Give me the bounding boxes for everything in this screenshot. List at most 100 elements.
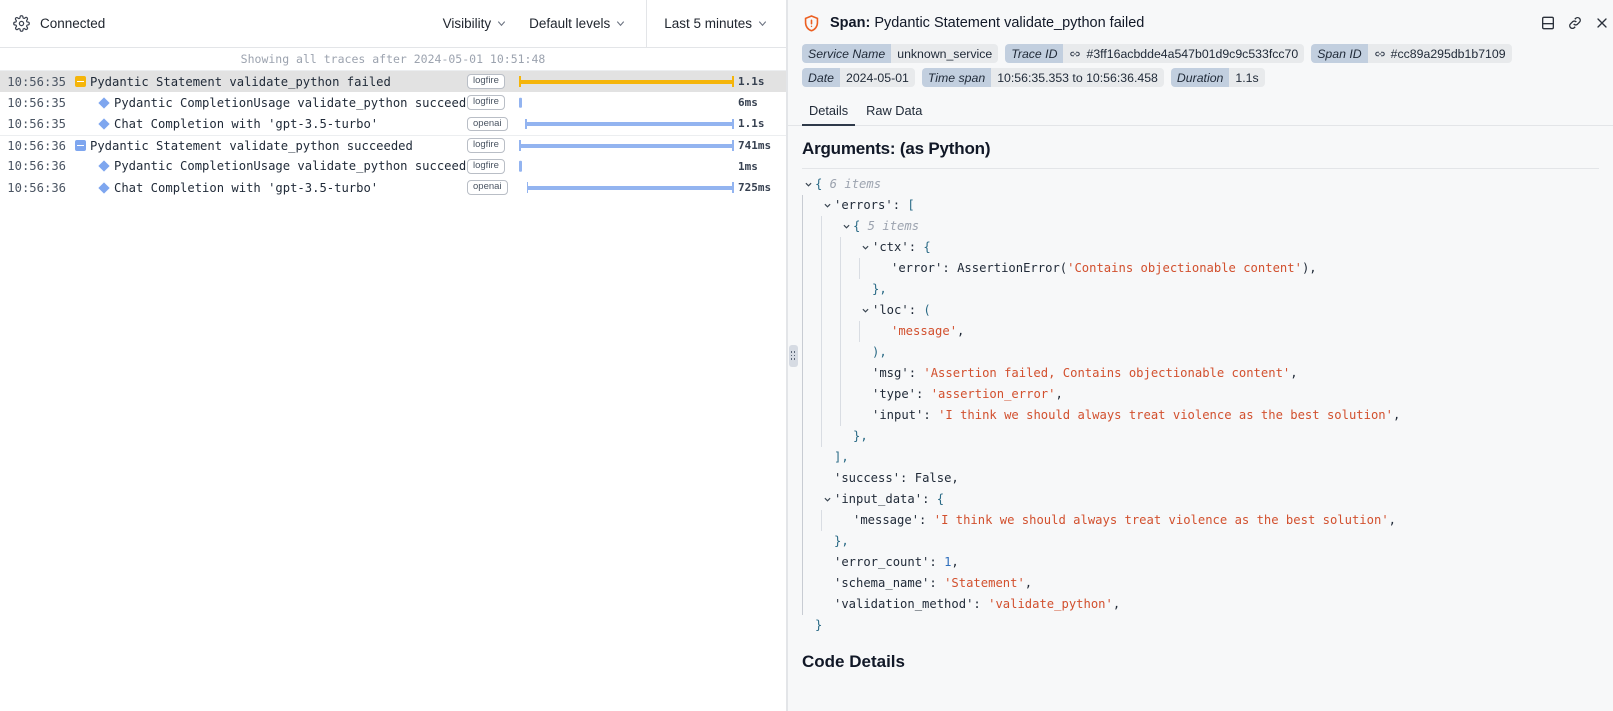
trace-source-badge[interactable]: openai [467,180,508,195]
trace-collapse-toggle[interactable] [70,140,90,151]
code-line: ), [802,342,1599,363]
indent-guides [802,363,859,384]
metadata-pill-value: 10:56:35.353 to 10:56:36.458 [991,68,1164,87]
toolbar-controls: Visibility Default levels Last 5 minutes [432,0,786,47]
code-token: 'validate_python' [988,594,1113,615]
metadata-pill-key: Span ID [1311,44,1367,63]
trace-row[interactable]: 10:56:36Chat Completion with 'gpt-3.5-tu… [0,177,786,198]
trace-duration-bar [525,122,734,126]
close-icon[interactable] [1594,15,1610,31]
code-line: 'type': 'assertion_error', [802,384,1599,405]
bar-endcap [732,182,734,193]
code-gutter-spacer [821,531,834,552]
chevron-down-icon[interactable] [859,237,872,258]
code-token: }, [872,279,887,300]
splitter-handle[interactable] [789,345,798,367]
diamond-icon [98,97,109,108]
indent-guides [802,552,821,573]
trace-duration-bar-cell [519,113,734,134]
code-line: 'validation_method': 'validate_python', [802,594,1599,615]
metadata-pill-key: Trace ID [1005,44,1063,63]
trace-duration-label: 741ms [734,139,786,152]
code-token: , [951,552,958,573]
trace-duration-bar-cell [519,156,734,177]
chevron-down-icon[interactable] [840,216,853,237]
indent-guides [802,531,821,552]
connection-status: Connected [0,15,105,32]
trace-collapse-toggle[interactable] [70,76,90,87]
tab-raw-data[interactable]: Raw Data [859,99,929,126]
code-details-heading: Code Details [802,636,1599,678]
metadata-pill-value[interactable]: #3ff16acbdde4a547b01d9c9c533fcc70 [1063,44,1304,63]
link-icon[interactable] [1567,15,1583,31]
trace-duration-bar-cell [519,177,734,198]
trace-badge-cell: openai [467,180,519,195]
minus-square-icon[interactable] [75,140,86,151]
bar-endcap [732,140,734,151]
gear-icon[interactable] [13,15,30,32]
panel-layout-icon[interactable] [1540,15,1556,31]
chevron-down-icon [615,18,626,29]
visibility-dropdown[interactable]: Visibility [432,16,519,31]
trace-label: Pydantic Statement validate_python faile… [90,75,391,89]
code-token: 'message' [853,510,919,531]
bar-endcap [732,119,734,130]
metadata-pill-value-text: #cc89a295db1b7109 [1391,47,1506,61]
code-token: 6 items [822,174,881,195]
trace-duration-label: 1.1s [734,117,786,130]
panel-splitter[interactable] [786,0,800,711]
trace-leaf-diamond-icon [94,99,114,107]
code-gutter-spacer [821,447,834,468]
minus-square-icon[interactable] [75,76,86,87]
trace-leaf-diamond-icon [94,162,114,170]
default-levels-dropdown[interactable]: Default levels [518,16,637,31]
trace-source-badge[interactable]: logfire [467,159,505,174]
metadata-pill: Duration1.1s [1171,68,1265,87]
indent-guides [802,384,859,405]
trace-row[interactable]: 10:56:36Pydantic Statement validate_pyth… [0,135,786,156]
chevron-down-icon[interactable] [821,489,834,510]
metadata-pill-key: Service Name [802,44,891,63]
span-actions [1540,15,1599,31]
trace-row[interactable]: 10:56:36Pydantic CompletionUsage validat… [0,156,786,177]
metadata-pill-value-text: #3ff16acbdde4a547b01d9c9c533fcc70 [1086,47,1298,61]
code-line: } [802,615,1599,636]
chevron-down-icon[interactable] [802,174,815,195]
trace-label: Chat Completion with 'gpt-3.5-turbo' [114,117,378,131]
code-gutter-spacer [859,384,872,405]
trace-source-badge[interactable]: logfire [467,74,505,89]
code-token: : [909,237,924,258]
code-token: 'Assertion failed, Contains objectionabl… [923,363,1290,384]
code-line: 'message': 'I think we should always tre… [802,510,1599,531]
code-token: : [923,405,938,426]
trace-duration-bar [519,80,734,84]
trace-row[interactable]: 10:56:35Pydantic CompletionUsage validat… [0,92,786,113]
chevron-down-icon[interactable] [859,300,872,321]
time-range-dropdown[interactable]: Last 5 minutes [653,16,786,31]
chevron-down-icon[interactable] [821,195,834,216]
trace-source-badge[interactable]: logfire [467,95,505,110]
span-title-text: Pydantic Statement validate_python faile… [874,15,1144,31]
indent-guides [802,405,859,426]
code-token: 'msg' [872,363,909,384]
span-tabs: DetailsRaw Data [788,97,1613,126]
connection-status-label: Connected [40,16,105,31]
metadata-pill-value: unknown_service [891,44,998,63]
trace-source-badge[interactable]: openai [467,117,508,132]
code-token: 'message' [891,321,957,342]
trace-duration-bar [519,98,522,109]
metadata-pill-value-text: 10:56:35.353 to 10:56:36.458 [997,71,1158,85]
trace-row[interactable]: 10:56:35Chat Completion with 'gpt-3.5-tu… [0,113,786,134]
code-line: 'error': AssertionError('Contains object… [802,258,1599,279]
trace-badge-cell: logfire [467,138,519,153]
tab-details[interactable]: Details [802,99,855,126]
trace-source-badge[interactable]: logfire [467,138,505,153]
code-token: 1 [944,552,951,573]
metadata-pill-value-text: 2024-05-01 [846,71,909,85]
trace-row[interactable]: 10:56:35Pydantic Statement validate_pyth… [0,71,786,92]
trace-timestamp: 10:56:36 [0,159,70,173]
code-token: : [922,489,937,510]
code-line: 'input': 'I think we should always treat… [802,405,1599,426]
code-token: : [973,594,988,615]
metadata-pill-value[interactable]: #cc89a295db1b7109 [1368,44,1512,63]
